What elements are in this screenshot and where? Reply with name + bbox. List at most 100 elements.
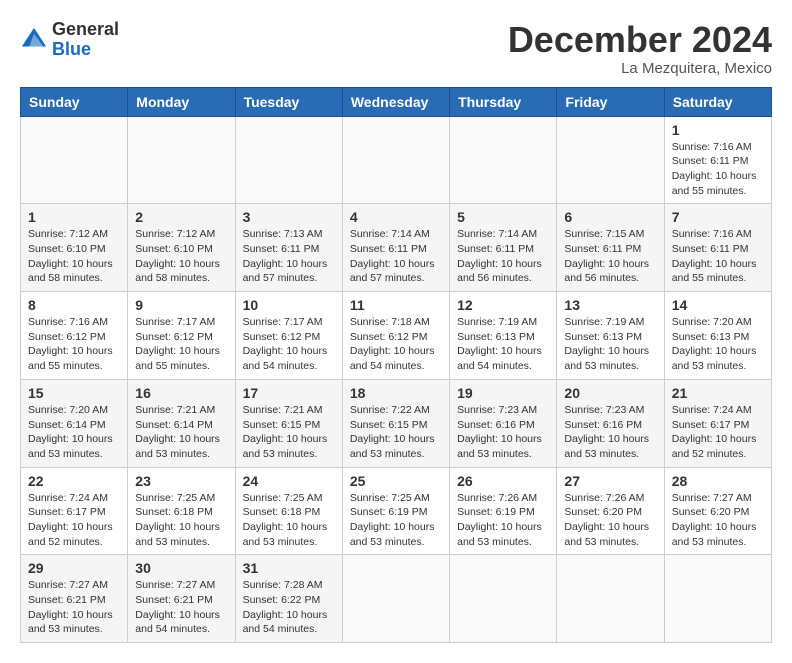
weekday-header-tuesday: Tuesday	[235, 87, 342, 116]
day-number: 10	[243, 297, 335, 313]
calendar-cell: 27 Sunrise: 7:26 AMSunset: 6:20 PMDaylig…	[557, 467, 664, 555]
day-detail: Sunrise: 7:28 AMSunset: 6:22 PMDaylight:…	[243, 579, 328, 635]
calendar-cell	[128, 116, 235, 204]
logo-general-text: General	[52, 19, 119, 39]
calendar-cell: 1 Sunrise: 7:12 AMSunset: 6:10 PMDayligh…	[21, 204, 128, 292]
day-detail: Sunrise: 7:12 AMSunset: 6:10 PMDaylight:…	[135, 228, 220, 284]
day-detail: Sunrise: 7:24 AMSunset: 6:17 PMDaylight:…	[672, 404, 757, 460]
day-number: 14	[672, 297, 764, 313]
calendar-cell: 22 Sunrise: 7:24 AMSunset: 6:17 PMDaylig…	[21, 467, 128, 555]
day-detail: Sunrise: 7:22 AMSunset: 6:15 PMDaylight:…	[350, 404, 435, 460]
calendar-cell	[21, 116, 128, 204]
calendar-cell	[235, 116, 342, 204]
calendar-cell: 5 Sunrise: 7:14 AMSunset: 6:11 PMDayligh…	[450, 204, 557, 292]
day-detail: Sunrise: 7:23 AMSunset: 6:16 PMDaylight:…	[457, 404, 542, 460]
day-detail: Sunrise: 7:18 AMSunset: 6:12 PMDaylight:…	[350, 316, 435, 372]
day-detail: Sunrise: 7:20 AMSunset: 6:13 PMDaylight:…	[672, 316, 757, 372]
day-number: 20	[564, 385, 656, 401]
day-number: 5	[457, 209, 549, 225]
day-number: 18	[350, 385, 442, 401]
calendar-cell: 19 Sunrise: 7:23 AMSunset: 6:16 PMDaylig…	[450, 379, 557, 467]
day-number: 28	[672, 473, 764, 489]
day-detail: Sunrise: 7:20 AMSunset: 6:14 PMDaylight:…	[28, 404, 113, 460]
day-detail: Sunrise: 7:16 AMSunset: 6:12 PMDaylight:…	[28, 316, 113, 372]
day-detail: Sunrise: 7:21 AMSunset: 6:15 PMDaylight:…	[243, 404, 328, 460]
day-detail: Sunrise: 7:27 AMSunset: 6:21 PMDaylight:…	[28, 579, 113, 635]
calendar-cell: 20 Sunrise: 7:23 AMSunset: 6:16 PMDaylig…	[557, 379, 664, 467]
weekday-header-thursday: Thursday	[450, 87, 557, 116]
day-number: 17	[243, 385, 335, 401]
day-number: 25	[350, 473, 442, 489]
month-title: December 2024	[508, 20, 772, 60]
calendar-cell: 4 Sunrise: 7:14 AMSunset: 6:11 PMDayligh…	[342, 204, 449, 292]
day-detail: Sunrise: 7:14 AMSunset: 6:11 PMDaylight:…	[457, 228, 542, 284]
day-number: 6	[564, 209, 656, 225]
day-detail: Sunrise: 7:16 AMSunset: 6:11 PMDaylight:…	[672, 141, 757, 197]
logo-icon	[20, 26, 48, 54]
calendar-cell: 23 Sunrise: 7:25 AMSunset: 6:18 PMDaylig…	[128, 467, 235, 555]
calendar-cell: 3 Sunrise: 7:13 AMSunset: 6:11 PMDayligh…	[235, 204, 342, 292]
day-number: 31	[243, 560, 335, 576]
day-number: 1	[28, 209, 120, 225]
day-detail: Sunrise: 7:17 AMSunset: 6:12 PMDaylight:…	[135, 316, 220, 372]
day-detail: Sunrise: 7:24 AMSunset: 6:17 PMDaylight:…	[28, 492, 113, 548]
calendar-cell	[342, 555, 449, 643]
logo-blue-text: Blue	[52, 39, 91, 59]
weekday-header-sunday: Sunday	[21, 87, 128, 116]
day-number: 2	[135, 209, 227, 225]
day-number: 8	[28, 297, 120, 313]
day-detail: Sunrise: 7:25 AMSunset: 6:18 PMDaylight:…	[243, 492, 328, 548]
weekday-header-monday: Monday	[128, 87, 235, 116]
day-number: 7	[672, 209, 764, 225]
calendar-cell: 21 Sunrise: 7:24 AMSunset: 6:17 PMDaylig…	[664, 379, 771, 467]
calendar-cell: 25 Sunrise: 7:25 AMSunset: 6:19 PMDaylig…	[342, 467, 449, 555]
day-number: 30	[135, 560, 227, 576]
day-detail: Sunrise: 7:19 AMSunset: 6:13 PMDaylight:…	[457, 316, 542, 372]
calendar-table: SundayMondayTuesdayWednesdayThursdayFrid…	[20, 87, 772, 644]
calendar-cell: 18 Sunrise: 7:22 AMSunset: 6:15 PMDaylig…	[342, 379, 449, 467]
calendar-cell: 8 Sunrise: 7:16 AMSunset: 6:12 PMDayligh…	[21, 292, 128, 380]
calendar-cell: 2 Sunrise: 7:12 AMSunset: 6:10 PMDayligh…	[128, 204, 235, 292]
calendar-header: SundayMondayTuesdayWednesdayThursdayFrid…	[21, 87, 772, 116]
day-detail: Sunrise: 7:21 AMSunset: 6:14 PMDaylight:…	[135, 404, 220, 460]
calendar-cell: 24 Sunrise: 7:25 AMSunset: 6:18 PMDaylig…	[235, 467, 342, 555]
day-number: 22	[28, 473, 120, 489]
day-number: 11	[350, 297, 442, 313]
day-number: 3	[243, 209, 335, 225]
day-number: 29	[28, 560, 120, 576]
day-number: 1	[672, 122, 764, 138]
day-number: 9	[135, 297, 227, 313]
calendar-cell: 30 Sunrise: 7:27 AMSunset: 6:21 PMDaylig…	[128, 555, 235, 643]
day-number: 4	[350, 209, 442, 225]
day-detail: Sunrise: 7:27 AMSunset: 6:21 PMDaylight:…	[135, 579, 220, 635]
day-detail: Sunrise: 7:19 AMSunset: 6:13 PMDaylight:…	[564, 316, 649, 372]
calendar-cell	[557, 116, 664, 204]
day-number: 27	[564, 473, 656, 489]
day-number: 15	[28, 385, 120, 401]
calendar-cell	[450, 116, 557, 204]
day-detail: Sunrise: 7:23 AMSunset: 6:16 PMDaylight:…	[564, 404, 649, 460]
title-block: December 2024 La Mezquitera, Mexico	[508, 20, 772, 77]
calendar-cell: 26 Sunrise: 7:26 AMSunset: 6:19 PMDaylig…	[450, 467, 557, 555]
calendar-cell: 16 Sunrise: 7:21 AMSunset: 6:14 PMDaylig…	[128, 379, 235, 467]
calendar-cell: 9 Sunrise: 7:17 AMSunset: 6:12 PMDayligh…	[128, 292, 235, 380]
weekday-header-saturday: Saturday	[664, 87, 771, 116]
calendar-cell: 13 Sunrise: 7:19 AMSunset: 6:13 PMDaylig…	[557, 292, 664, 380]
page-header: General Blue December 2024 La Mezquitera…	[20, 20, 772, 77]
day-detail: Sunrise: 7:16 AMSunset: 6:11 PMDaylight:…	[672, 228, 757, 284]
calendar-cell: 11 Sunrise: 7:18 AMSunset: 6:12 PMDaylig…	[342, 292, 449, 380]
calendar-cell: 17 Sunrise: 7:21 AMSunset: 6:15 PMDaylig…	[235, 379, 342, 467]
calendar-cell: 28 Sunrise: 7:27 AMSunset: 6:20 PMDaylig…	[664, 467, 771, 555]
calendar-cell: 29 Sunrise: 7:27 AMSunset: 6:21 PMDaylig…	[21, 555, 128, 643]
day-number: 23	[135, 473, 227, 489]
calendar-cell: 14 Sunrise: 7:20 AMSunset: 6:13 PMDaylig…	[664, 292, 771, 380]
day-detail: Sunrise: 7:15 AMSunset: 6:11 PMDaylight:…	[564, 228, 649, 284]
day-detail: Sunrise: 7:25 AMSunset: 6:18 PMDaylight:…	[135, 492, 220, 548]
day-number: 16	[135, 385, 227, 401]
day-number: 12	[457, 297, 549, 313]
weekday-header-friday: Friday	[557, 87, 664, 116]
logo: General Blue	[20, 20, 119, 60]
calendar-cell: 12 Sunrise: 7:19 AMSunset: 6:13 PMDaylig…	[450, 292, 557, 380]
day-detail: Sunrise: 7:27 AMSunset: 6:20 PMDaylight:…	[672, 492, 757, 548]
day-number: 19	[457, 385, 549, 401]
